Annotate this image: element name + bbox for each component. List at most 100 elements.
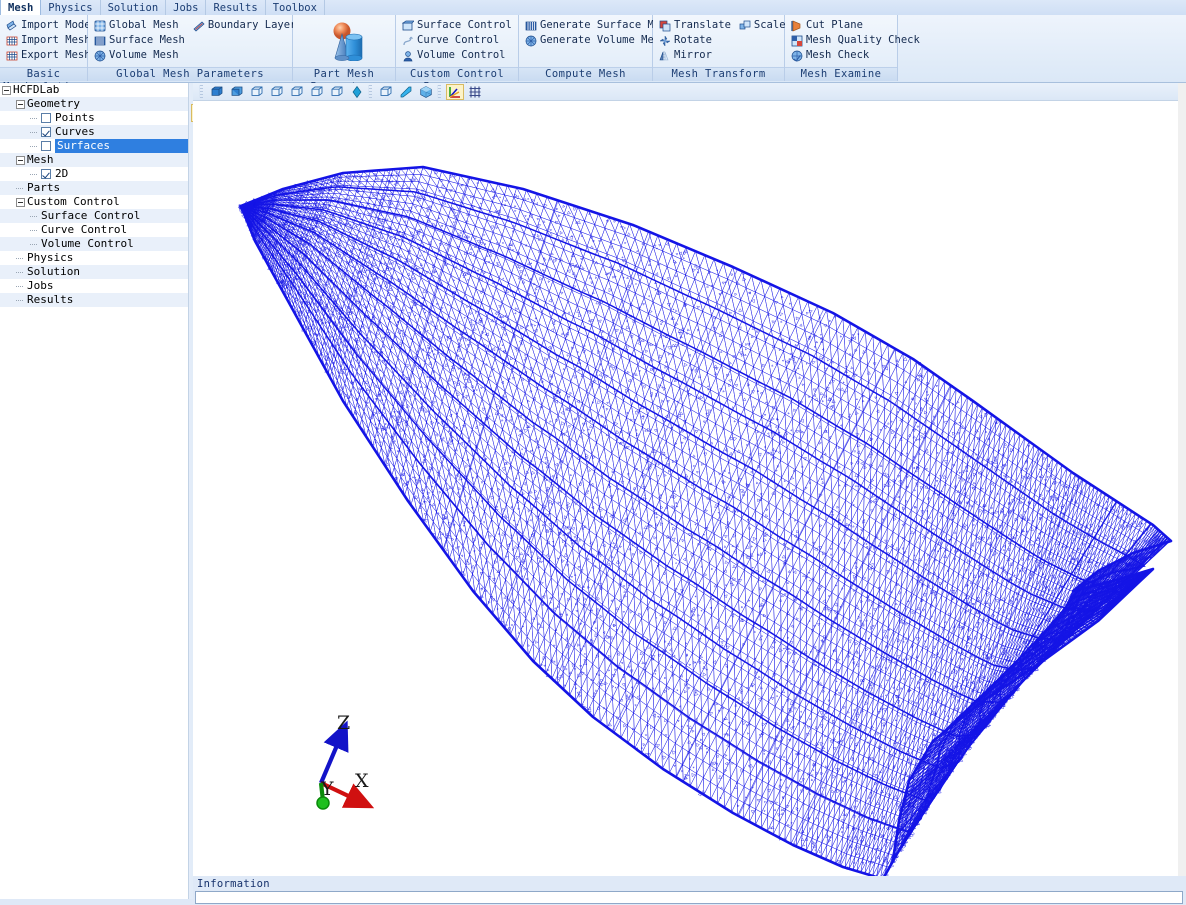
shade-view-icon[interactable]: [417, 84, 435, 100]
tree-node-mesh[interactable]: Mesh: [0, 153, 188, 167]
menu-tab-physics[interactable]: Physics: [41, 0, 101, 15]
tree-node-label: Solution: [27, 265, 80, 278]
ribbon-group-body: Cut Plane Mesh Quality Check Mesh Check: [785, 15, 920, 67]
tree-node-2d[interactable]: 2D: [0, 167, 188, 181]
part-mesh-parameters-icon[interactable]: [293, 15, 395, 67]
tree-checkbox[interactable]: [41, 113, 51, 123]
tree-connector-line: [30, 226, 39, 235]
tree-node-label: Surfaces: [55, 139, 188, 153]
tree-node-label: Physics: [27, 251, 74, 264]
menu-tab-mesh[interactable]: Mesh: [0, 0, 42, 15]
ribbon-group-mesh-examine: Cut Plane Mesh Quality Check Mesh Check Mes…: [785, 15, 920, 81]
view-iso-icon[interactable]: [208, 84, 226, 100]
tree-node-solution[interactable]: Solution: [0, 265, 188, 279]
tree-checkbox[interactable]: [41, 141, 51, 151]
import-model-icon: [6, 19, 18, 32]
tree-node-custom-control[interactable]: Custom Control: [0, 195, 188, 209]
ribbon-item-surface-control[interactable]: Surface Control: [400, 18, 518, 33]
tree-node-surfaces[interactable]: Surfaces: [0, 139, 188, 153]
axis-triad: Z X Y: [316, 712, 375, 810]
tree-connector-line: [30, 212, 39, 221]
menu-tab-results[interactable]: Results: [206, 0, 266, 15]
tree-connector-line: [30, 114, 39, 123]
ribbon-item-mirror[interactable]: Mirror: [657, 48, 737, 63]
tree-node-hcfdlab[interactable]: HCFDLab: [0, 83, 188, 97]
fit-view-icon[interactable]: [348, 84, 366, 100]
tree-connector-line: [16, 254, 25, 263]
tree-node-label: HCFDLab: [13, 83, 60, 96]
ribbon-group-caption: Part Mesh Parameters: [293, 67, 395, 93]
tree-node-label: Curves: [55, 125, 95, 138]
tree-connector-line: [30, 240, 39, 249]
ribbon-item-translate[interactable]: Translate: [657, 18, 737, 33]
tree-node-curves[interactable]: Curves: [0, 125, 188, 139]
ribbon-group-caption: Global Mesh Parameters: [88, 67, 292, 81]
menu-bar: Mesh Physics Solution Jobs Results Toolbox: [0, 0, 1186, 16]
view-left-icon[interactable]: [268, 84, 286, 100]
aircraft-surface-mesh: [237, 165, 1173, 876]
ribbon-item-label: Mirror: [674, 49, 712, 61]
tree-node-parts[interactable]: Parts: [0, 181, 188, 195]
tree-node-label: Jobs: [27, 279, 54, 292]
view-front-icon[interactable]: [228, 84, 246, 100]
tree-node-surface-control[interactable]: Surface Control: [0, 209, 188, 223]
tree-expander-icon[interactable]: [16, 155, 25, 165]
ribbon-item-cut-plane[interactable]: Cut Plane: [789, 18, 926, 33]
ribbon-group-basic-manipulation: Import Model Import Mesh Export Mesh Basic …: [0, 15, 97, 93]
tree-expander-icon[interactable]: [16, 197, 25, 207]
ribbon-item-volume-control[interactable]: Volume Control: [400, 48, 518, 63]
ribbon-item-label: Import Model: [21, 19, 97, 31]
menu-tab-jobs[interactable]: Jobs: [166, 0, 207, 15]
tree-node-physics[interactable]: Physics: [0, 251, 188, 265]
mesh-render: Z X Y: [237, 165, 1173, 876]
ribbon-item-label: Surface Control: [417, 19, 512, 31]
menu-tab-toolbox[interactable]: Toolbox: [266, 0, 325, 15]
ribbon-group-caption: Custom Control Parameters: [396, 67, 518, 93]
ribbon-group-mesh-transform: Translate Rotate Mirror Scale Mesh Transform: [653, 15, 786, 81]
tree-node-volume-control[interactable]: Volume Control: [0, 237, 188, 251]
mesh-check-icon: [791, 50, 803, 62]
ribbon-item-scale[interactable]: Scale: [737, 18, 792, 33]
tree-checkbox[interactable]: [41, 127, 51, 137]
information-bar: Information: [193, 876, 1186, 905]
information-input[interactable]: [195, 891, 1183, 904]
tree-checkbox[interactable]: [41, 169, 51, 179]
ribbon-group-body: Import Model Import Mesh Export Mesh: [0, 15, 97, 67]
ribbon-group-global-mesh-parameters: Global Mesh Surface Mesh Volume Mesh Bounda…: [88, 15, 328, 81]
ribbon-item-curve-control[interactable]: Curve Control: [400, 33, 518, 48]
ribbon-item-mesh-check[interactable]: Mesh Check: [789, 48, 926, 63]
view-right-icon[interactable]: [288, 84, 306, 100]
graphics-viewport[interactable]: Z X Y: [193, 101, 1179, 876]
tree-node-results[interactable]: Results: [0, 293, 188, 307]
ribbon-item-surface-mesh[interactable]: Surface Mesh: [92, 33, 191, 48]
view-back-icon[interactable]: [248, 84, 266, 100]
bottom-strip: [0, 899, 193, 905]
view-top-icon[interactable]: [308, 84, 326, 100]
ribbon-item-volume-mesh[interactable]: Volume Mesh: [92, 48, 191, 63]
show-axes-icon[interactable]: [446, 83, 464, 100]
ribbon-item-mesh-quality-check[interactable]: Mesh Quality Check: [789, 33, 926, 48]
box-view-icon[interactable]: [377, 84, 395, 100]
tree-node-curve-control[interactable]: Curve Control: [0, 223, 188, 237]
view-bottom-icon[interactable]: [328, 84, 346, 100]
toolbar-separator: [437, 85, 441, 98]
tree-node-label: Surface Control: [41, 209, 141, 222]
tree-node-geometry[interactable]: Geometry: [0, 97, 188, 111]
model-tree-panel[interactable]: HCFDLab Geometry Points Curves Surfaces Mesh 2…: [0, 83, 189, 905]
clip-view-icon[interactable]: [397, 84, 415, 100]
global-mesh-icon: [94, 20, 106, 32]
ribbon-item-global-mesh[interactable]: Global Mesh: [92, 18, 191, 33]
ribbon-item-label: Scale: [753, 19, 786, 31]
tree-expander-icon[interactable]: [16, 99, 25, 109]
show-grid-icon[interactable]: [466, 84, 484, 100]
tree-node-label: Volume Control: [41, 237, 134, 250]
tree-node-label: Results: [27, 293, 74, 306]
tree-expander-icon[interactable]: [2, 85, 11, 95]
application-window: Mesh Physics Solution Jobs Results Toolbox Im…: [0, 0, 1186, 905]
tree-node-jobs[interactable]: Jobs: [0, 279, 188, 293]
menu-tab-solution[interactable]: Solution: [101, 0, 167, 15]
tree-node-points[interactable]: Points: [0, 111, 188, 125]
toolbar-grip[interactable]: [199, 85, 203, 98]
volume-mesh-icon: [94, 50, 106, 62]
ribbon-item-rotate[interactable]: Rotate: [657, 33, 737, 48]
